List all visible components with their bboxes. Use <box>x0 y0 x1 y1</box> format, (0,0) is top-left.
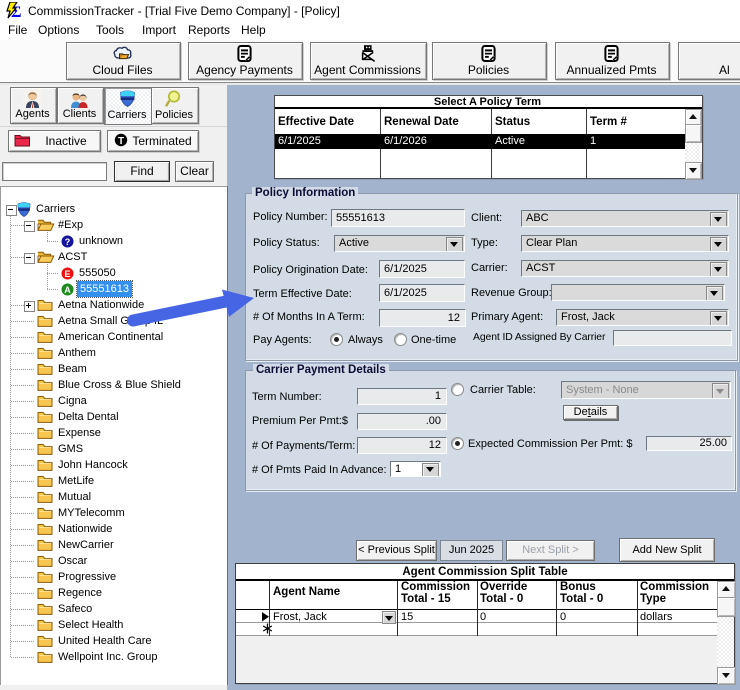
svg-text:T: T <box>118 136 124 147</box>
